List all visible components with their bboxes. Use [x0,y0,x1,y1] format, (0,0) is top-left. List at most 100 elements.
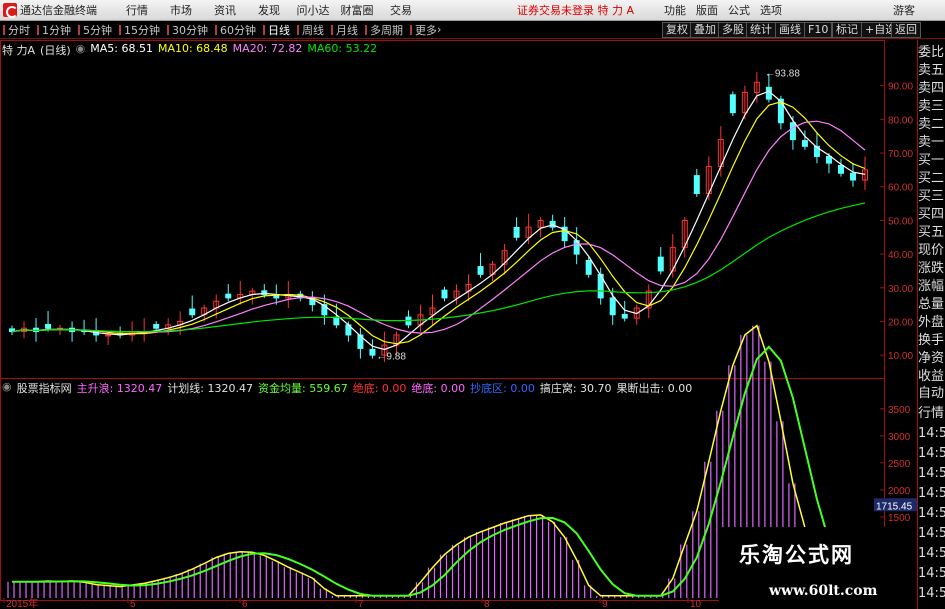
current-value-label: 1715.45 [876,501,913,512]
ind-tick-label: 3500 [888,405,911,416]
candle-body [585,260,592,275]
ma10-value: MA10: 68.48 [157,42,228,55]
date-tick-label: 9 [602,599,608,609]
ma60-value: MA60: 53.22 [307,42,378,55]
candle-body [189,308,196,316]
price-tick-label: 30.00 [888,284,913,295]
ind-tick-label: 2500 [888,459,911,470]
price-axis: 90.00 80.00 70.00 60.00 50.00 40.00 30.00 20.00… [880,82,913,362]
side-panel-item[interactable]: 净资 [918,350,945,368]
ma60-line [11,202,866,333]
candle-body [825,155,832,164]
price-tick-label: 70.00 [888,149,913,160]
date-tick-label: 5 [130,599,136,609]
tick-side-panel: 自动行情14:5014:5014:5014:5014:5014:5014:501… [918,384,945,604]
ma5-line [11,90,866,351]
candle-body [369,348,376,356]
price-tick-label: 60.00 [888,183,913,194]
candle-body [621,313,628,319]
candle-body [609,297,616,316]
side-panel-item[interactable]: 卖五 [918,62,945,80]
tick-panel-item[interactable]: 自动 [918,384,945,404]
tick-panel-item[interactable]: 14:50 [918,564,945,584]
candle-body [105,334,112,337]
side-panel-item[interactable]: 卖三 [918,98,945,116]
price-tick-label: 50.00 [888,216,913,227]
candle-body [729,94,736,114]
side-panel-item[interactable]: 委比 [918,44,945,62]
dealer-value: 搞庄窝: 30.70 [539,382,612,395]
tick-panel-item[interactable]: 14:50 [918,444,945,464]
indicator-axis: 3500 3000 2500 2000 1715.451500 [874,405,917,524]
tick-panel-item[interactable]: 行情 [918,404,945,424]
side-panel-item[interactable]: 买三 [918,188,945,206]
watermark-title: 乐淘公式网 [739,543,854,567]
tick-panel-item[interactable]: 14:50 [918,544,945,564]
date-tick-label: 6 [242,599,248,609]
moving-average-lines [11,90,866,351]
candle-body [693,175,700,194]
price-tick-label: 10.00 [888,351,913,362]
side-panel-item[interactable]: 卖四 [918,80,945,98]
ma20-line [11,120,866,334]
bottom-value: 绝底: 0.00 [352,382,407,395]
tick-panel-item[interactable]: 14:50 [918,524,945,544]
kline-chart[interactable]: 90.00 80.00 70.00 60.00 50.00 40.00 30.00 20.00… [0,0,945,609]
price-tick-label: 90.00 [888,82,913,93]
exit-value: 果断出击: 0.00 [616,382,693,395]
date-tick-label: 7 [358,599,364,609]
side-panel-item[interactable]: 涨幅 [918,278,945,296]
side-panel-item[interactable]: 现价 [918,242,945,260]
ma20-value: MA20: 72.82 [232,42,303,55]
ind-tick-label: 3000 [888,432,911,443]
date-tick-label: 8 [484,599,490,609]
candle-body [789,122,796,141]
indicator-name: 股票指标网 [16,382,72,395]
date-tick-label: 2015年 [6,597,38,609]
main-chart-frame [0,40,885,379]
candle-body [801,140,808,147]
plan-value: 计划线: 1320.47 [167,382,254,395]
stock-name: 特 力A [2,44,36,57]
settings-icon[interactable]: ◉ [2,380,12,394]
candle-body [441,289,448,299]
ind-tick-label: 1500 [888,513,911,524]
side-panel-item[interactable]: 涨跌 [918,260,945,278]
side-panel-item[interactable]: 买四 [918,206,945,224]
candle-body [657,256,664,272]
side-panel-item[interactable]: 买五 [918,224,945,242]
candle-body [849,172,856,181]
candle-body [225,293,232,299]
tick-panel-item[interactable]: 14:50 [918,464,945,484]
candle-body [333,316,340,326]
price-tick-label: 40.00 [888,250,913,261]
ma5-value: MA5: 68.51 [90,42,153,55]
main-up-value: 主升浪: 1320.47 [76,382,163,395]
escape-value: 抄底区: 0.00 [470,382,535,395]
low-annotation: ←9.88 [376,352,406,363]
candle-body [477,266,484,275]
side-panel-item[interactable]: 换手 [918,332,945,350]
tick-panel-item[interactable]: 14:50 [918,484,945,504]
side-panel-item[interactable]: 外盘 [918,314,945,332]
quote-side-panel: 委比 卖五 卖四 卖三 卖二 卖一 买一 买二 买三 买四 买五 现价 涨跌 涨幅 总量 外盘 换手 净资 收益 [918,44,945,386]
side-panel-item[interactable]: 总量 [918,296,945,314]
ma10-line [11,101,866,345]
tick-panel-item[interactable]: 14:50 [918,424,945,444]
side-panel-item[interactable]: 卖一 [918,134,945,152]
price-tick-label: 80.00 [888,115,913,126]
date-tick-label: 10 [690,599,702,609]
period-label: (日线) [40,44,71,57]
side-panel-item[interactable]: 卖二 [918,116,945,134]
tick-panel-item[interactable]: 14:50 [918,584,945,604]
chart-frames [0,40,918,609]
side-panel-item[interactable]: 买二 [918,170,945,188]
deep-value: 绝底: 0.00 [411,382,466,395]
fund-value: 资金均量: 559.67 [258,382,348,395]
tick-panel-item[interactable]: 14:50 [918,504,945,524]
candle-body [837,165,844,174]
side-panel-item[interactable]: 买一 [918,152,945,170]
candle-body [513,226,520,238]
settings-icon[interactable]: ◉ [76,42,86,56]
candle-body [153,324,160,329]
